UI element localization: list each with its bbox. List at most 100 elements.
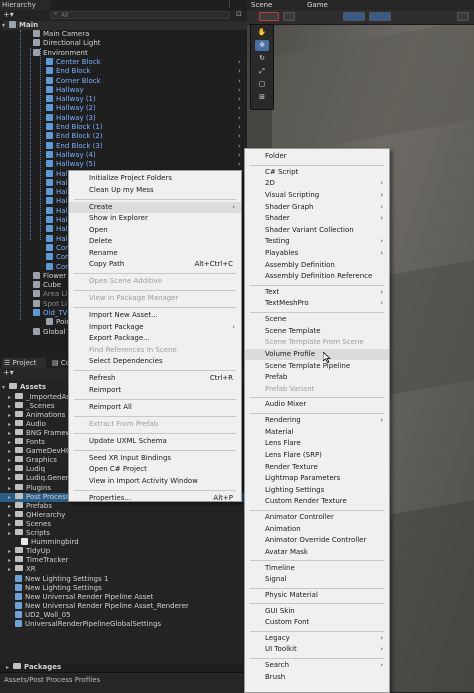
scene-root-row[interactable]: ▾ Main — [2, 21, 247, 30]
hierarchy-item[interactable]: Hallway — [46, 85, 84, 95]
menu-item[interactable]: Render Texture — [245, 462, 389, 473]
menu-item[interactable]: Signal — [245, 574, 389, 585]
expand-arrow-icon[interactable]: › — [238, 86, 241, 94]
menu-item[interactable]: Update UXML Schema — [69, 436, 241, 447]
menu-item[interactable]: Import Package › — [69, 322, 241, 333]
menu-item[interactable]: Show in Explorer — [69, 213, 241, 224]
menu-item[interactable]: Rendering › — [245, 415, 389, 426]
expand-arrow-icon[interactable]: ▸ — [8, 465, 15, 474]
menu-item[interactable]: Custom Render Texture — [245, 496, 389, 507]
expand-arrow-icon[interactable]: › — [238, 77, 241, 85]
menu-item[interactable]: Select Dependencies — [69, 356, 241, 367]
menu-item[interactable]: Shader Variant Collection — [245, 225, 389, 236]
menu-item[interactable]: Rename — [69, 248, 241, 259]
menu-item[interactable]: Assembly Definition Reference — [245, 271, 389, 282]
menu-item[interactable]: Animator Controller — [245, 512, 389, 523]
hierarchy-item[interactable]: End Block — [46, 67, 90, 76]
packages-row[interactable]: ▸ Packages — [0, 663, 247, 672]
menu-item[interactable]: Physic Material — [245, 590, 389, 601]
menu-item[interactable]: Shader › — [245, 213, 389, 224]
menu-item[interactable]: Visual Scripting › — [245, 190, 389, 201]
menu-item[interactable]: Volume Profile — [245, 348, 389, 360]
gizmo-button[interactable] — [343, 12, 365, 21]
menu-item[interactable]: Lens Flare (SRP) — [245, 450, 389, 461]
expand-arrow-icon[interactable]: ▸ — [8, 411, 15, 420]
rotate-tool-icon[interactable]: ↻ — [255, 53, 269, 64]
camera-button[interactable] — [369, 12, 391, 21]
hierarchy-item[interactable]: End Block (1) — [46, 123, 103, 132]
2d-toggle-button[interactable] — [283, 12, 295, 21]
expand-arrow-icon[interactable]: ▸ — [8, 402, 15, 411]
project-item[interactable]: ▸ TidyUp — [0, 547, 247, 556]
expand-arrow-icon[interactable]: ▸ — [8, 493, 15, 502]
project-item[interactable]: New Lighting Settings — [0, 583, 247, 593]
panel-menu-icon[interactable]: ⋮ — [226, 0, 233, 8]
expand-arrow-icon[interactable]: ▸ — [8, 393, 15, 402]
expand-arrow-icon[interactable]: › — [238, 142, 241, 150]
menu-item[interactable]: Testing › — [245, 236, 389, 247]
menu-item[interactable]: Legacy › — [245, 633, 389, 644]
project-item[interactable]: ▸ XR — [0, 565, 247, 574]
hierarchy-item[interactable]: Directional Light — [33, 39, 101, 48]
menu-item[interactable]: Prefab — [245, 372, 389, 383]
expand-arrow-icon[interactable]: › — [238, 160, 241, 168]
tab-game[interactable]: Game — [307, 1, 328, 9]
menu-item[interactable]: Playables › — [245, 248, 389, 259]
hierarchy-item[interactable]: End Block (2) — [46, 132, 103, 141]
menu-item[interactable]: UI Toolkit › — [245, 644, 389, 655]
project-item[interactable]: UniversalRenderPipelineGlobalSettings — [0, 620, 247, 629]
tab-hierarchy[interactable]: Hierarchy — [0, 0, 50, 10]
tab-project[interactable]: ☰ Project — [2, 358, 46, 368]
menu-item[interactable]: Clean Up my Mess — [69, 185, 241, 196]
menu-item[interactable]: Timeline — [245, 563, 389, 574]
project-item[interactable]: UD2_Wall_05 — [0, 610, 247, 620]
lock-icon[interactable]: ⊡ — [236, 10, 242, 18]
menu-item[interactable]: Avatar Mask — [245, 547, 389, 558]
menu-item[interactable]: 2D › — [245, 178, 389, 189]
scene-options-button[interactable] — [457, 12, 469, 21]
hierarchy-item[interactable]: Hallway (1) — [46, 95, 96, 104]
menu-item[interactable]: Reimport — [69, 385, 241, 396]
hierarchy-item[interactable]: Hall — [46, 197, 69, 206]
expand-arrow-icon[interactable]: ▸ — [8, 438, 15, 447]
hierarchy-item[interactable]: Environment — [33, 48, 88, 58]
expand-arrow-icon[interactable]: ▸ — [8, 547, 15, 556]
expand-arrow-icon[interactable]: ▸ — [8, 420, 15, 429]
menu-item[interactable]: Open — [69, 225, 241, 236]
menu-item[interactable]: Custom Font — [245, 617, 389, 628]
menu-item[interactable]: Search › — [245, 660, 389, 671]
move-tool-icon[interactable]: ✥ — [255, 40, 269, 51]
expand-arrow-icon[interactable]: ▸ — [8, 565, 15, 574]
draw-mode-button[interactable] — [259, 12, 279, 21]
hierarchy-item[interactable]: Area Li — [33, 290, 67, 299]
menu-item[interactable]: Lightmap Parameters — [245, 473, 389, 484]
menu-item[interactable]: Lighting Settings — [245, 485, 389, 496]
menu-item[interactable]: TextMeshPro › — [245, 298, 389, 309]
expand-arrow-icon[interactable]: › — [238, 104, 241, 112]
hierarchy-search-input[interactable]: All — [50, 11, 230, 19]
hierarchy-item[interactable]: Cube — [33, 281, 61, 290]
project-item[interactable]: ▸ Scenes — [0, 519, 247, 529]
menu-item[interactable]: Animator Override Controller — [245, 535, 389, 546]
expand-arrow-icon[interactable]: ▸ — [8, 429, 15, 438]
menu-item[interactable]: C# Script — [245, 167, 389, 178]
menu-item[interactable]: Assembly Definition — [245, 260, 389, 271]
hierarchy-item[interactable]: End Block (3) — [46, 141, 103, 151]
project-item[interactable]: New Lighting Settings 1 — [0, 574, 247, 584]
menu-item[interactable]: Open C# Project — [69, 464, 241, 475]
menu-item[interactable]: Delete — [69, 236, 241, 247]
hierarchy-item[interactable]: Global V — [33, 327, 72, 337]
menu-item[interactable]: Scene — [245, 314, 389, 325]
hierarchy-item[interactable]: Poin — [46, 318, 71, 327]
hierarchy-item[interactable]: Main Camera — [33, 30, 89, 39]
hierarchy-item[interactable]: Hallway (2) — [46, 104, 96, 113]
expand-arrow-icon[interactable]: ▸ — [8, 520, 15, 529]
expand-arrow-icon[interactable]: › — [238, 58, 241, 66]
hierarchy-item[interactable]: Hall — [46, 178, 69, 188]
menu-item[interactable]: Initialize Project Folders — [69, 173, 241, 184]
expand-arrow-icon[interactable]: › — [238, 114, 241, 122]
hierarchy-item[interactable]: Hallway (5) — [46, 160, 96, 169]
hierarchy-item[interactable]: Flower — [33, 271, 66, 281]
hierarchy-item[interactable]: Hall — [46, 225, 69, 234]
expand-arrow-icon[interactable]: ▸ — [8, 484, 15, 493]
